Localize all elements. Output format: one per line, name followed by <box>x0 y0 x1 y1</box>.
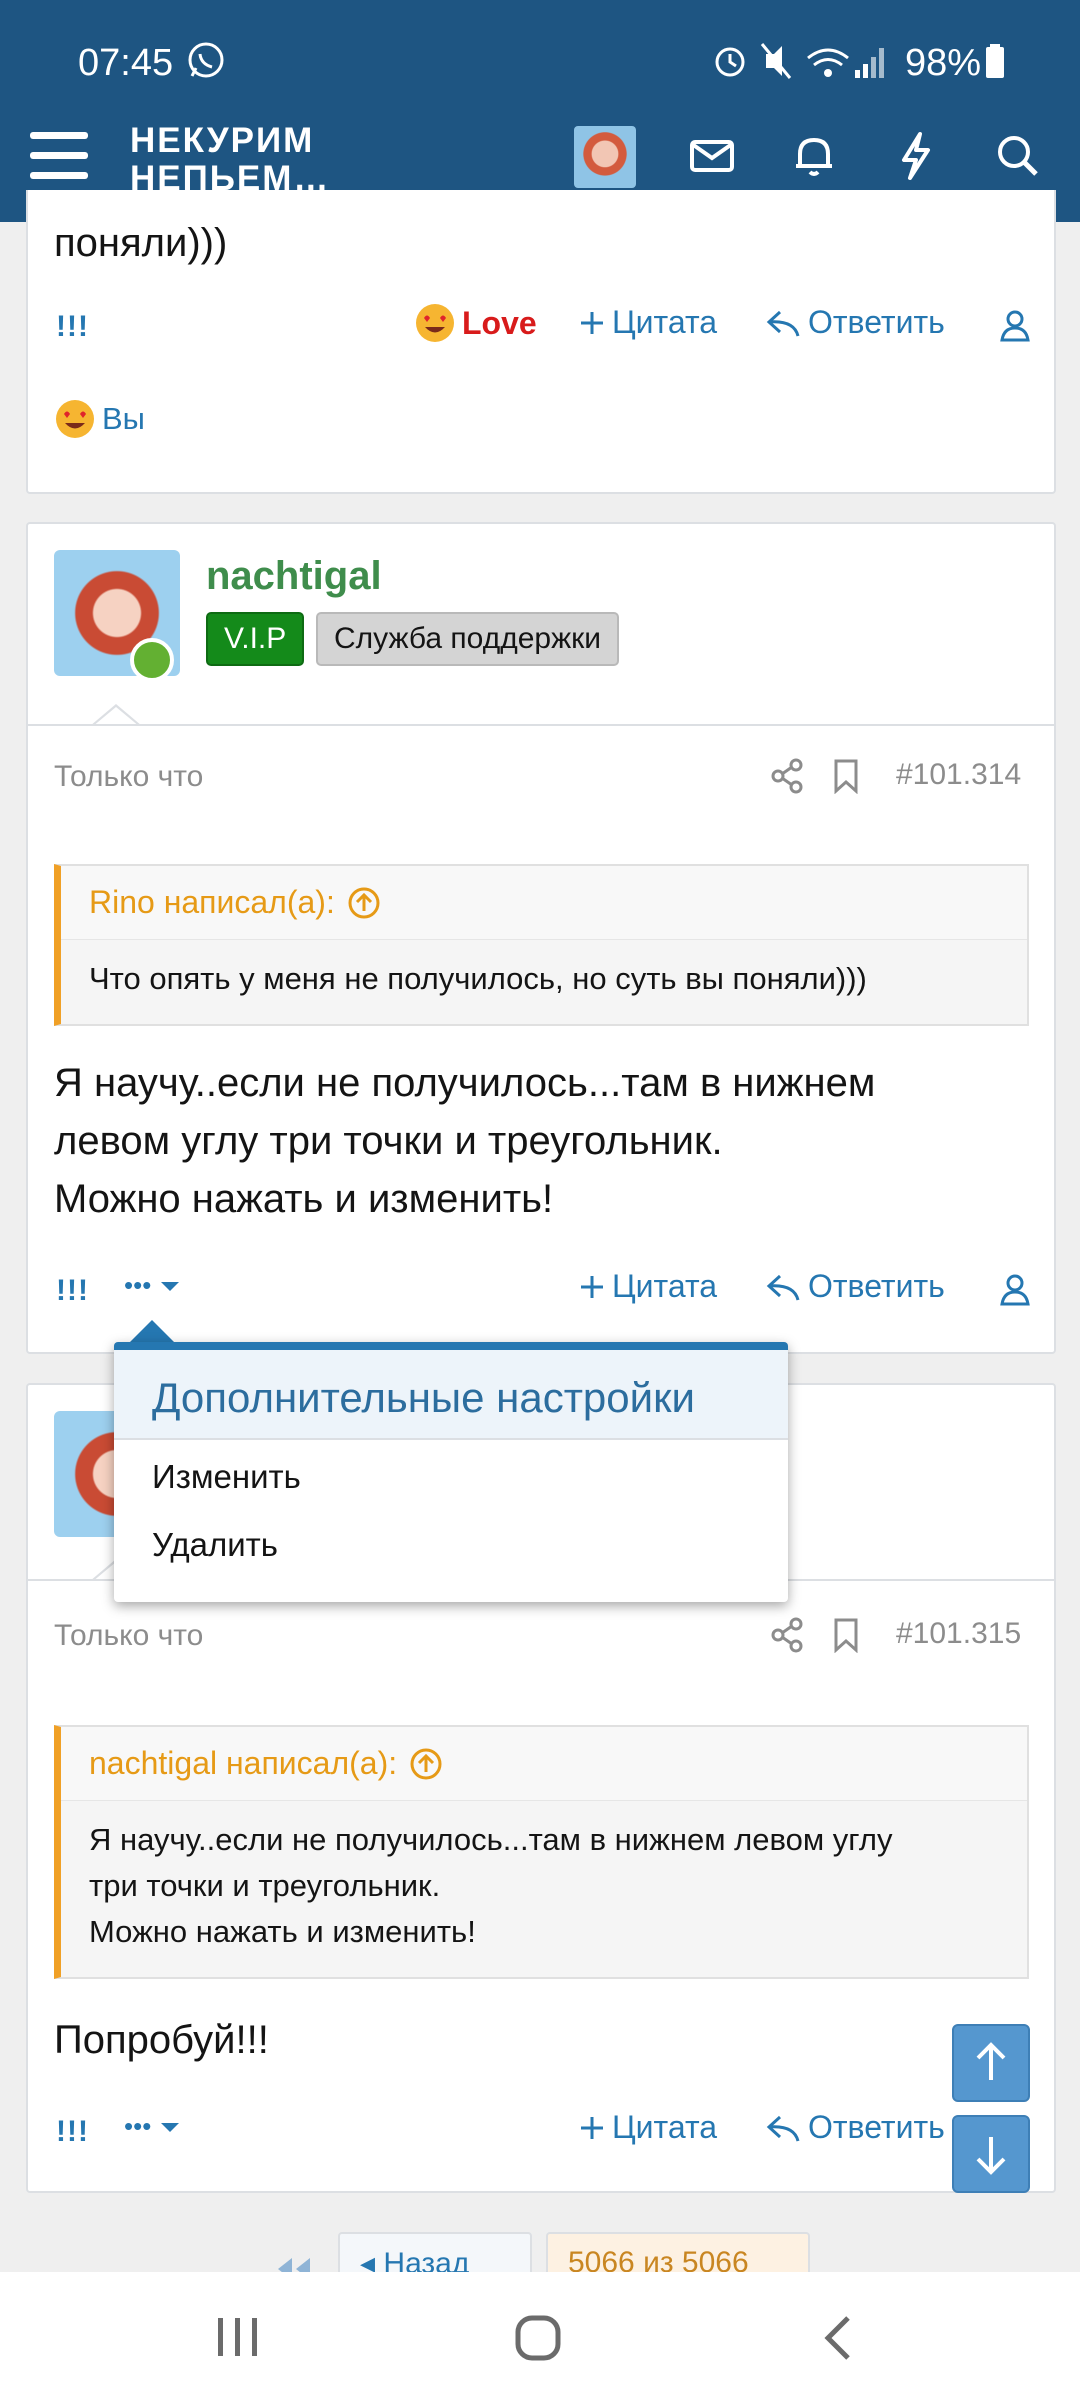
post-divider <box>28 724 1054 726</box>
post-number[interactable]: #101.315 <box>896 1617 1021 1651</box>
menu-icon[interactable] <box>30 132 88 180</box>
post-body: Я научу..если не получилось...там в нижн… <box>54 1061 876 1221</box>
bookmark-bangs-button[interactable]: !!! <box>56 2115 89 2149</box>
quote-text: Что опять у меня не получилось, но суть … <box>89 961 867 996</box>
quote-button[interactable]: Цитата <box>578 2109 717 2146</box>
inbox-icon[interactable] <box>684 128 740 184</box>
recent-apps-icon[interactable] <box>210 2312 266 2362</box>
mute-icon <box>760 43 792 79</box>
plus-icon <box>581 1275 603 1298</box>
reply-icon <box>766 310 800 336</box>
reply-button[interactable]: Ответить <box>766 1268 945 1305</box>
quote-block: nachtigal написал(а): Я научу..если не п… <box>54 1725 1029 1979</box>
post-number[interactable]: #101.314 <box>896 758 1021 792</box>
share-icon[interactable] <box>770 1617 804 1653</box>
arrow-up-icon <box>976 2042 1006 2080</box>
plus-icon <box>581 2116 603 2139</box>
vip-badge: V.I.P <box>206 612 305 666</box>
reply-button[interactable]: Ответить <box>766 304 945 341</box>
reply-icon <box>766 1274 800 1300</box>
quote-button[interactable]: Цитата <box>578 1268 717 1305</box>
menu-item-delete[interactable]: Удалить <box>114 1514 788 1582</box>
user-icon[interactable] <box>998 308 1032 342</box>
home-icon[interactable] <box>510 2312 566 2368</box>
battery-icon <box>986 44 1004 78</box>
heart-eyes-emoji-icon <box>416 304 454 342</box>
plus-icon <box>581 311 603 334</box>
menu-title: Дополнительные настройки <box>114 1350 788 1440</box>
quote-header[interactable]: Rino написал(а): <box>61 866 1027 940</box>
online-status-icon <box>130 638 174 682</box>
arrow-up-circle-icon <box>410 1748 442 1779</box>
post-body: Попробуй!!! <box>54 2018 269 2062</box>
bookmark-icon[interactable] <box>832 1617 860 1653</box>
status-time: 07:45 <box>78 42 174 84</box>
back-icon[interactable] <box>818 2312 858 2368</box>
post-text: поняли))) <box>54 221 228 265</box>
search-icon[interactable] <box>990 128 1046 184</box>
share-icon[interactable] <box>770 758 804 794</box>
reactions-summary[interactable]: Вы <box>54 398 145 440</box>
reply-button[interactable]: Ответить <box>766 2109 945 2146</box>
alarm-icon <box>715 47 745 77</box>
signal-icon <box>855 48 884 78</box>
caret-down-icon <box>161 1281 180 1291</box>
user-avatar[interactable] <box>574 126 636 188</box>
post-time[interactable]: Только что <box>54 760 203 794</box>
support-badge: Служба поддержки <box>316 612 620 666</box>
quote-block: Rino написал(а): Что опять у меня не пол… <box>54 864 1029 1026</box>
reply-icon <box>766 2115 800 2141</box>
arrow-down-icon <box>976 2137 1006 2175</box>
lightning-icon[interactable] <box>888 128 944 184</box>
quote-text: Я научу..если не получилось...там в нижн… <box>89 1822 893 1949</box>
user-icon[interactable] <box>998 1272 1032 1306</box>
wifi-icon <box>807 48 849 77</box>
scroll-top-button[interactable] <box>952 2024 1030 2102</box>
quote-button[interactable]: Цитата <box>578 304 717 341</box>
more-options-button[interactable]: ••• <box>124 1270 187 1301</box>
post-author-name[interactable]: nachtigal <box>206 554 382 599</box>
love-reaction-button[interactable]: Love <box>414 302 537 344</box>
site-logo[interactable]: НЕКУРИМ НЕПЬЕМ… <box>130 122 330 198</box>
bookmark-bangs-button[interactable]: !!! <box>56 310 89 344</box>
caret-down-icon <box>161 2122 180 2132</box>
menu-item-edit[interactable]: Изменить <box>114 1440 788 1514</box>
post-time[interactable]: Только что <box>54 1619 203 1653</box>
battery-percent: 98% <box>905 42 982 84</box>
status-bar: 07:45 98% <box>0 0 1080 124</box>
quote-header[interactable]: nachtigal написал(а): <box>61 1727 1027 1801</box>
post-card: поняли))) !!! Love Цитата Ответить Вы <box>26 190 1056 494</box>
bell-icon[interactable] <box>786 128 842 184</box>
menu-pointer <box>130 1320 174 1342</box>
post-card: nachtigal V.I.P Служба поддержки Только … <box>26 522 1056 1354</box>
arrow-up-circle-icon <box>348 887 380 918</box>
bookmark-bangs-button[interactable]: !!! <box>56 1274 89 1308</box>
heart-eyes-emoji-icon <box>56 400 94 438</box>
more-options-button[interactable]: ••• <box>124 2111 187 2142</box>
whatsapp-icon <box>188 42 224 78</box>
scroll-bottom-button[interactable] <box>952 2115 1030 2193</box>
bookmark-icon[interactable] <box>832 758 860 794</box>
more-options-menu: Дополнительные настройки Изменить Удалит… <box>114 1342 788 1602</box>
